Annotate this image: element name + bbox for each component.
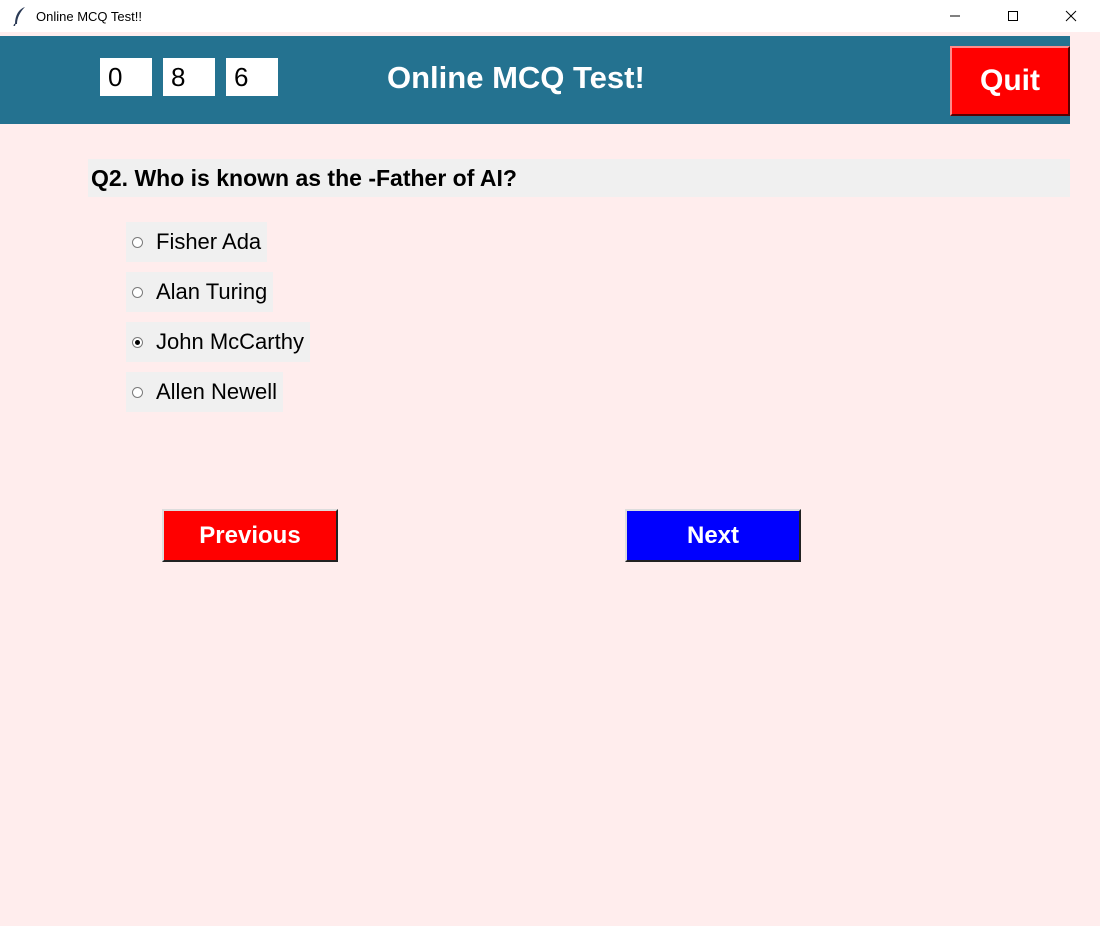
option-allen-newell[interactable]: Allen Newell	[126, 372, 284, 412]
close-icon	[1065, 10, 1077, 22]
option-label: Allen Newell	[156, 379, 278, 404]
maximize-button[interactable]	[984, 0, 1042, 32]
radio-button[interactable]	[132, 386, 143, 398]
timer-digit-3: 6	[226, 58, 278, 96]
radio-button-selected[interactable]	[132, 336, 143, 348]
question-text: Q2. Who is known as the -Father of AI?	[88, 159, 1070, 197]
option-label: Alan Turing	[156, 279, 268, 304]
radio-button[interactable]	[132, 236, 143, 248]
previous-button[interactable]: Previous	[162, 509, 338, 562]
option-alan-turing[interactable]: Alan Turing	[126, 272, 274, 312]
option-fisher-ada[interactable]: Fisher Ada	[126, 222, 268, 262]
minimize-button[interactable]	[926, 0, 984, 32]
close-button[interactable]	[1042, 0, 1100, 32]
option-john-mccarthy[interactable]: John McCarthy	[126, 322, 310, 362]
maximize-icon	[1008, 11, 1018, 21]
option-label: Fisher Ada	[156, 229, 262, 254]
window-controls	[926, 0, 1100, 32]
minimize-icon	[950, 15, 960, 17]
window-title: Online MCQ Test!!	[36, 8, 142, 24]
timer-digit-1: 0	[100, 58, 152, 96]
radio-button[interactable]	[132, 286, 143, 298]
page-title: Online MCQ Test!	[387, 60, 645, 95]
feather-icon	[12, 6, 28, 27]
option-label: John McCarthy	[156, 329, 304, 354]
next-button[interactable]: Next	[625, 509, 801, 562]
quit-button[interactable]: Quit	[950, 46, 1070, 116]
window-titlebar: Online MCQ Test!!	[0, 0, 1100, 32]
timer-digit-2: 8	[163, 58, 215, 96]
app-header: 0 8 6 Online MCQ Test! Quit	[0, 36, 1070, 124]
